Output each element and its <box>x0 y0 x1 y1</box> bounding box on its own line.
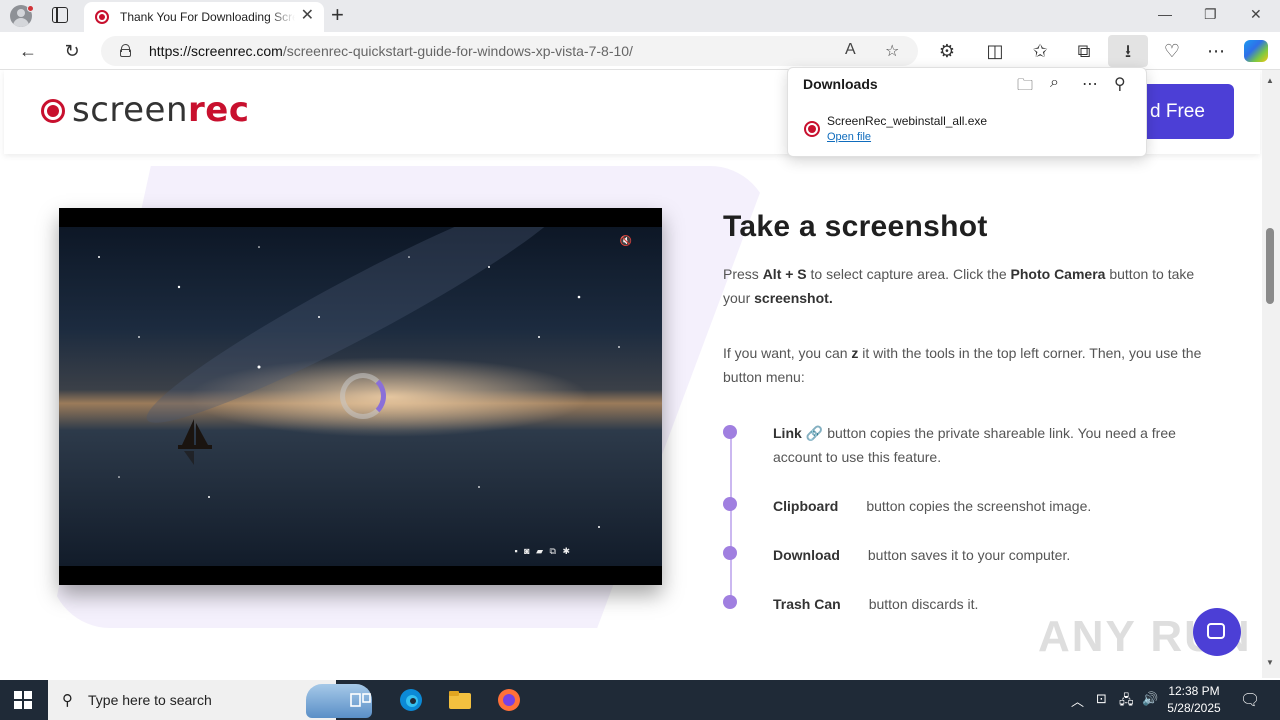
timeline-dot <box>723 546 737 560</box>
sailboat-image <box>178 419 212 465</box>
section-heading: Take a screenshot <box>723 210 988 243</box>
favorites-icon[interactable]: ✩ <box>1029 40 1051 62</box>
link-icon: 🔗 <box>805 425 824 441</box>
screenrec-logo-icon[interactable] <box>41 99 65 123</box>
file-explorer-icon[interactable] <box>447 688 473 712</box>
more-menu-icon[interactable]: ⋯ <box>1205 40 1227 62</box>
device-icon[interactable]: ⊡ <box>1096 691 1107 707</box>
download-file-name[interactable]: ScreenRec_webinstall_all.exe <box>827 114 987 128</box>
back-arrow-icon[interactable]: ← <box>17 40 39 62</box>
notification-dot <box>27 5 34 12</box>
system-clock[interactable]: 12:38 PM 5/28/2025 <box>1162 683 1226 717</box>
volume-icon[interactable]: 🔊 <box>1142 691 1158 707</box>
site-logo[interactable]: screenrec <box>72 90 250 130</box>
screenrec-favicon-icon <box>95 10 109 24</box>
download-arrow-icon[interactable]: ⭳ <box>1117 40 1139 62</box>
scroll-down-icon[interactable]: ▼ <box>1266 658 1274 667</box>
demo-video-player[interactable]: 🔇 ▪ ◙ ▰ ⧉ ✱ <box>59 208 662 585</box>
refresh-icon[interactable]: ↻ <box>61 40 83 62</box>
edge-browser-icon[interactable] <box>398 688 424 712</box>
list-item: Link 🔗 button copies the private shareable… <box>773 425 1176 465</box>
intro-paragraph: Press Alt + S to select capture area. Cl… <box>723 266 1195 306</box>
tab-title: Thank You For Downloading ScreenRec <box>120 10 295 24</box>
mute-icon[interactable]: 🔇 <box>620 236 632 247</box>
scroll-up-icon[interactable]: ▲ <box>1266 76 1274 85</box>
split-screen-icon[interactable]: ◫ <box>984 40 1006 62</box>
video-frame: 🔇 ▪ ◙ ▰ ⧉ ✱ <box>59 227 662 566</box>
screenrec-file-icon <box>804 121 820 137</box>
second-paragraph: If you want, you can z it with the tools… <box>723 345 1202 385</box>
timeline-line <box>730 432 732 602</box>
timeline-dot <box>723 497 737 511</box>
windows-start-icon[interactable] <box>14 691 32 709</box>
tab-strip: Thank You For Downloading ScreenRec ✕ + … <box>0 0 1280 32</box>
browser-toolbar: ← ↻ https://screenrec.com/screenrec-quic… <box>0 32 1280 70</box>
notifications-icon[interactable]: 🗨 <box>1240 690 1260 710</box>
search-placeholder: Type here to search <box>88 692 212 708</box>
timeline-dot <box>723 595 737 609</box>
downloads-title: Downloads <box>803 76 878 92</box>
loading-spinner-icon <box>340 373 386 419</box>
video-toolbar-icons[interactable]: ▪ ◙ ▰ ⧉ ✱ <box>514 546 572 557</box>
timeline-dot <box>723 425 737 439</box>
windows-taskbar: ⚲ Type here to search ︿ ⊡ 🖧 🔊 12:38 PM 5… <box>0 680 1280 720</box>
network-icon[interactable]: 🖧 <box>1119 691 1134 713</box>
close-window-icon[interactable]: ✕ <box>1250 6 1262 23</box>
page-scrollbar[interactable]: ▲ ▼ <box>1262 70 1280 678</box>
task-view-icon[interactable] <box>348 688 374 712</box>
tab-active[interactable]: Thank You For Downloading ScreenRec ✕ <box>84 2 324 32</box>
scroll-thumb[interactable] <box>1266 228 1274 304</box>
tab-actions-icon[interactable] <box>52 7 68 23</box>
open-folder-icon[interactable]: 🗀 <box>1017 74 1033 101</box>
read-aloud-icon[interactable]: A <box>845 41 856 59</box>
extensions-icon[interactable]: ⚙ <box>936 40 958 62</box>
more-options-icon[interactable]: ⋯ <box>1082 74 1098 94</box>
list-item: Clipboard button copies the screenshot im… <box>773 498 1092 514</box>
chat-widget-button[interactable] <box>1193 608 1241 656</box>
downloads-panel: Downloads 🗀 ⌕ ⋯ ⚲ ScreenRec_webinstall_a… <box>787 67 1147 157</box>
restore-icon[interactable]: ❐ <box>1204 6 1217 23</box>
copilot-icon[interactable] <box>1244 40 1268 62</box>
search-icon[interactable]: ⌕ <box>1050 74 1059 92</box>
tab-close-icon[interactable]: ✕ <box>301 8 314 24</box>
open-file-link[interactable]: Open file <box>827 131 871 143</box>
minimize-icon[interactable]: — <box>1158 6 1172 22</box>
favorite-star-icon[interactable]: ☆ <box>885 41 899 61</box>
firefox-icon[interactable] <box>496 688 522 712</box>
pin-icon[interactable]: ⚲ <box>1114 74 1126 94</box>
show-hidden-icons-icon[interactable]: ︿ <box>1071 691 1084 710</box>
browser-essentials-icon[interactable]: ♡ <box>1161 40 1183 62</box>
new-tab-button[interactable]: + <box>331 3 344 27</box>
taskbar-search-box[interactable]: ⚲ Type here to search <box>48 680 372 720</box>
collections-icon[interactable]: ⧉ <box>1073 40 1095 62</box>
list-item: Download button saves it to your computer… <box>773 547 1071 563</box>
search-icon: ⚲ <box>62 692 73 709</box>
web-page: screenrec d Free 🔇 ▪ ◙ ▰ ⧉ ✱ Take a scre… <box>0 70 1262 678</box>
lock-icon[interactable] <box>120 44 131 57</box>
url-text[interactable]: https://screenrec.com/screenrec-quicksta… <box>149 43 633 59</box>
address-bar[interactable]: https://screenrec.com/screenrec-quicksta… <box>101 36 918 66</box>
